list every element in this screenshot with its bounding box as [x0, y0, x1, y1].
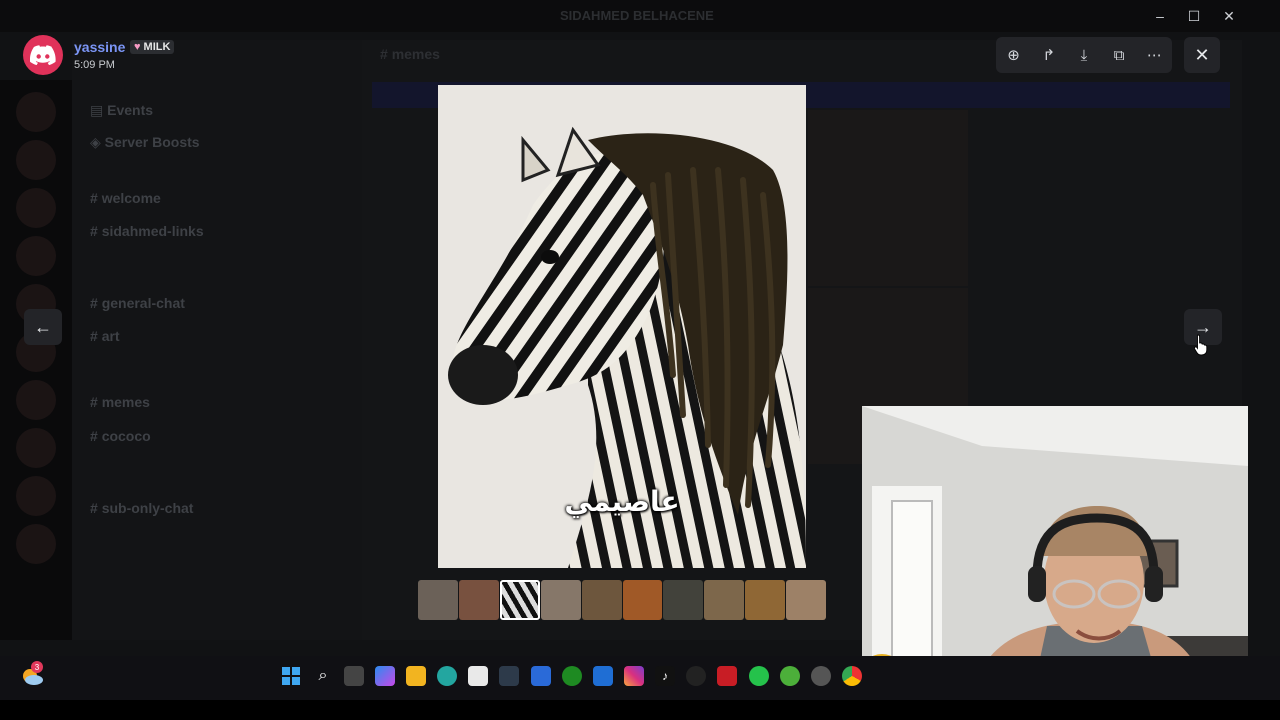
- edge-icon[interactable]: [437, 666, 457, 686]
- download-icon[interactable]: ⤓: [1073, 44, 1095, 66]
- server-avatar: [16, 92, 56, 132]
- thumbnail[interactable]: [745, 580, 786, 620]
- thumbnail[interactable]: [786, 580, 827, 620]
- channel-events: ▤ Events: [90, 102, 154, 118]
- thumbnail[interactable]: [418, 580, 458, 620]
- heart-icon: ♥: [134, 41, 141, 53]
- thumbnail[interactable]: [622, 580, 663, 620]
- webcam-overlay: [862, 406, 1248, 696]
- channel-art: # art: [90, 328, 120, 344]
- channel-links: # sidahmed-links: [90, 223, 204, 239]
- file-explorer-icon[interactable]: [406, 666, 426, 686]
- server-avatar: [16, 140, 56, 180]
- search-icon[interactable]: ⌕: [313, 666, 333, 686]
- server-avatar: [16, 524, 56, 564]
- window-title: SIDAHMED BELHACENE: [560, 8, 714, 23]
- outlook-icon[interactable]: [593, 666, 613, 686]
- mouse-cursor-icon: [1194, 334, 1208, 356]
- media-toolbar: ⊕ ↱ ⤓ ⧉ ⋯: [996, 37, 1172, 73]
- channel-memes: # memes: [90, 394, 150, 410]
- thumbnail-active[interactable]: [499, 580, 540, 620]
- chatgpt-icon[interactable]: [686, 666, 706, 686]
- server-avatar: [16, 428, 56, 468]
- app-green-icon[interactable]: [780, 666, 800, 686]
- close-viewer-button[interactable]: ✕: [1184, 37, 1220, 73]
- thumbnail[interactable]: [704, 580, 745, 620]
- channel-header: # memes: [380, 46, 440, 62]
- user-tag: ♥ MILK: [130, 40, 175, 54]
- editor-icon[interactable]: [531, 666, 551, 686]
- thumbnail[interactable]: [540, 580, 581, 620]
- discord-logo-avatar: [23, 35, 63, 75]
- window-titlebar: SIDAHMED BELHACENE – ☐ ✕: [0, 0, 1280, 32]
- server-avatar: [16, 236, 56, 276]
- server-sidebar: [0, 80, 72, 640]
- webcam-feed: [862, 406, 1248, 696]
- task-view-icon[interactable]: [344, 666, 364, 686]
- chrome-icon[interactable]: [842, 666, 862, 686]
- gear-icon[interactable]: [811, 666, 831, 686]
- upload-time: 5:09 PM: [74, 59, 115, 71]
- server-avatar: [16, 476, 56, 516]
- thumbnail[interactable]: [581, 580, 622, 620]
- image-caption: عاصيمي: [564, 485, 680, 518]
- thumbnail-strip: [418, 580, 827, 620]
- notification-badge: 3: [31, 661, 43, 673]
- channel-subonly: # sub-only-chat: [90, 500, 194, 516]
- whatsapp-icon[interactable]: [749, 666, 769, 686]
- thumbnail[interactable]: [663, 580, 704, 620]
- start-icon[interactable]: [281, 666, 301, 686]
- zebra-image: عاصيمي: [438, 85, 806, 568]
- close-icon[interactable]: ✕: [1219, 6, 1239, 26]
- store-icon[interactable]: [468, 666, 488, 686]
- channel-general: # general-chat: [90, 295, 185, 311]
- channel-cococo: # cococo: [90, 428, 151, 444]
- server-avatar: [16, 188, 56, 228]
- channel-welcome: # welcome: [90, 190, 161, 206]
- app-red-icon[interactable]: [717, 666, 737, 686]
- copilot-icon[interactable]: [375, 666, 395, 686]
- minimize-icon[interactable]: –: [1150, 6, 1170, 26]
- instagram-icon[interactable]: [624, 666, 644, 686]
- channel-boosts: ◈ Server Boosts: [90, 134, 200, 150]
- settings-icon[interactable]: [499, 666, 519, 686]
- uploader-name[interactable]: yassine: [74, 39, 125, 55]
- more-icon[interactable]: ⋯: [1143, 44, 1165, 66]
- forward-icon[interactable]: ↱: [1038, 44, 1060, 66]
- maximize-icon[interactable]: ☐: [1184, 6, 1204, 26]
- channel-sidebar: ▤ Events ◈ Server Boosts # welcome # sid…: [72, 40, 362, 640]
- zoom-in-icon[interactable]: ⊕: [1003, 44, 1025, 66]
- chat-image: [808, 110, 968, 286]
- server-avatar: [16, 380, 56, 420]
- xbox-icon[interactable]: [562, 666, 582, 686]
- open-external-icon[interactable]: ⧉: [1108, 44, 1130, 66]
- tiktok-icon[interactable]: ♪: [655, 666, 675, 686]
- discord-icon: [30, 45, 56, 65]
- thumbnail[interactable]: [458, 580, 499, 620]
- bottom-bar: [0, 700, 1280, 720]
- previous-image-button[interactable]: ←: [24, 309, 62, 345]
